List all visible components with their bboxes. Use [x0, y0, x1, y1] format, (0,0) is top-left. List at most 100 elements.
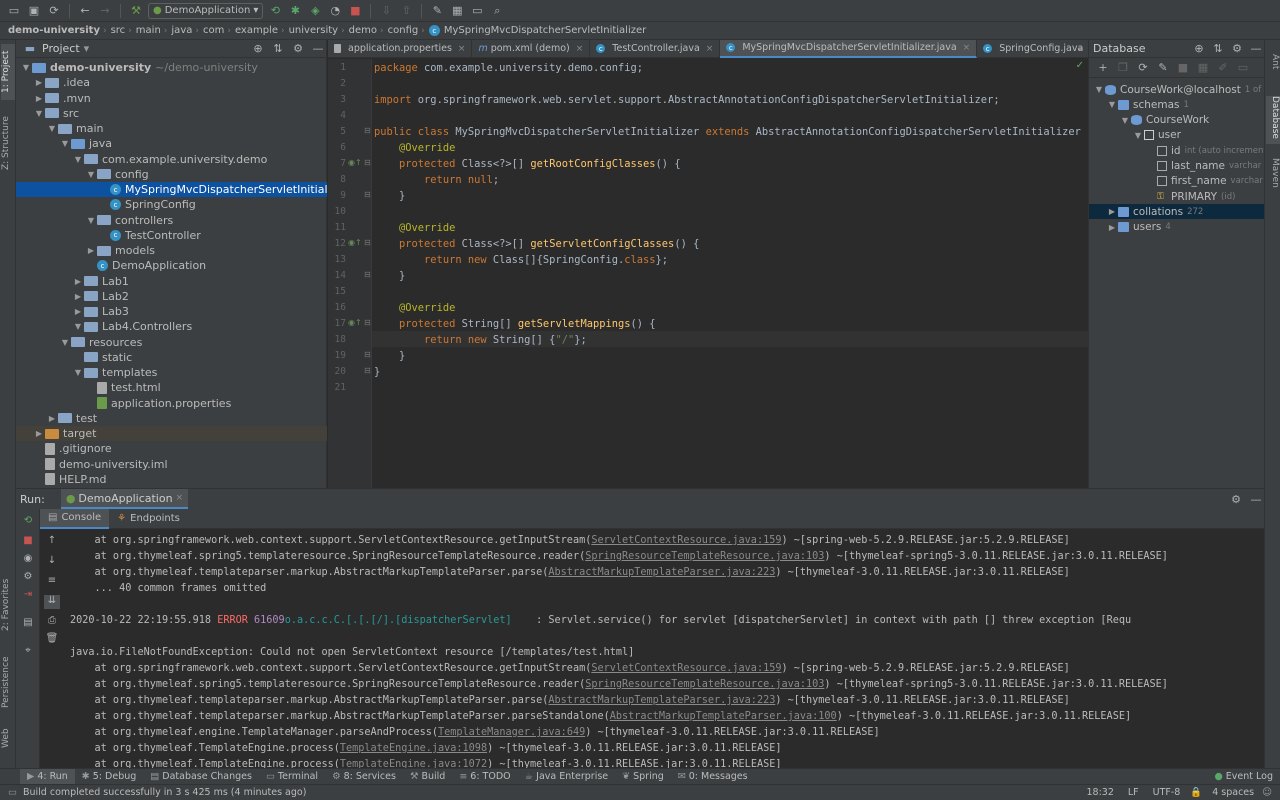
bottom-tab[interactable]: ▶ 4: Run	[20, 768, 75, 785]
tree-item[interactable]: ▼ com.example.university.demo	[16, 152, 327, 167]
build-hammer-icon[interactable]: ⚒	[128, 3, 144, 19]
hide-icon[interactable]: —	[1248, 491, 1264, 507]
chevron-right-icon[interactable]: ▶	[33, 94, 45, 103]
chevron-down-icon[interactable]: ▼	[72, 322, 84, 331]
vcs-commit-icon[interactable]: ⇧	[398, 3, 414, 19]
tree-item[interactable]: test.html	[16, 380, 327, 395]
coverage-icon[interactable]: ◈	[307, 3, 323, 19]
tree-item[interactable]: .gitignore	[16, 441, 327, 456]
code-area[interactable]: package com.example.university.demo.conf…	[328, 59, 1093, 488]
tab-endpoints[interactable]: ⚘ Endpoints	[109, 509, 188, 529]
db-tree-item[interactable]: ▼ CourseWork@localhost1 of 7	[1089, 82, 1265, 97]
close-icon[interactable]: ×	[458, 44, 466, 54]
lock-icon[interactable]: 🔒	[1190, 787, 1202, 798]
tree-item[interactable]: ▶ models	[16, 243, 327, 258]
close-icon[interactable]: ×	[576, 44, 584, 54]
db-tree-item[interactable]: last_name varchar	[1089, 159, 1265, 174]
db-tree-item[interactable]: ⚿ PRIMARY (id)	[1089, 189, 1265, 204]
bottom-tab[interactable]: ⚙ 8: Services	[325, 769, 403, 785]
source-link[interactable]: SpringResourceTemplateResource.java:103	[585, 679, 824, 690]
add-icon[interactable]: +	[1095, 60, 1111, 76]
bottom-tab[interactable]: ≡ 6: TODO	[452, 769, 517, 785]
hide-icon[interactable]: —	[1248, 41, 1264, 57]
tab-database[interactable]: Database	[1266, 96, 1280, 144]
tree-item[interactable]: ▶ .mvn	[16, 91, 327, 106]
chevron-down-icon[interactable]: ▼	[85, 170, 97, 179]
breadcrumb-item[interactable]: src	[111, 25, 126, 36]
run-config-tab[interactable]: ● DemoApplication ×	[60, 489, 189, 509]
chevron-right-icon[interactable]: ▶	[1106, 207, 1118, 216]
copy-icon[interactable]: ❐	[1115, 60, 1131, 76]
chevron-right-icon[interactable]: ▶	[33, 78, 45, 87]
sync-icon[interactable]: ⟳	[46, 3, 62, 19]
db-tree-item[interactable]: ▼ CourseWork	[1089, 113, 1265, 128]
tree-item[interactable]: ▼ templates	[16, 365, 327, 380]
bottom-tab[interactable]: ❦ Spring	[615, 769, 671, 785]
chevron-down-icon[interactable]: ▼	[72, 155, 84, 164]
breadcrumb-item[interactable]: java	[171, 25, 192, 36]
tab-web[interactable]: Web	[1, 724, 15, 752]
tree-item[interactable]: demo-university.iml	[16, 457, 327, 472]
caret-position[interactable]: 18:32	[1087, 787, 1114, 798]
tab-structure[interactable]: Z: Structure	[1, 112, 15, 174]
indent-setting[interactable]: 4 spaces	[1212, 787, 1254, 798]
db-tree-item[interactable]: id int (auto increment)	[1089, 143, 1265, 158]
hide-icon[interactable]: —	[310, 41, 326, 57]
console-icon[interactable]: ▭	[1235, 60, 1251, 76]
project-structure-icon[interactable]: ▦	[449, 3, 465, 19]
db-tree-item[interactable]: ▼ schemas 1	[1089, 97, 1265, 112]
breadcrumb-item[interactable]: MySpringMvcDispatcherServletInitializer	[444, 25, 646, 36]
db-tree-item[interactable]: first_name varchar	[1089, 174, 1265, 189]
tree-item[interactable]: ▼ demo-university ~/demo-university	[16, 60, 327, 75]
breadcrumb-item[interactable]: example	[235, 25, 278, 36]
profile-icon[interactable]: ◔	[327, 3, 343, 19]
close-icon[interactable]: ×	[963, 43, 971, 53]
locate-icon[interactable]: ⊕	[1191, 41, 1207, 57]
rerun-icon[interactable]: ⟲	[267, 3, 283, 19]
breadcrumb-item[interactable]: demo	[349, 25, 377, 36]
db-tree-item[interactable]: ▶ users 4	[1089, 220, 1265, 235]
breadcrumb-item[interactable]: main	[136, 25, 161, 36]
tree-item[interactable]: ▼ src	[16, 106, 327, 121]
gear-icon[interactable]: ⚙	[1229, 41, 1245, 57]
line-separator[interactable]: LF	[1128, 787, 1139, 798]
save-icon[interactable]: ▣	[26, 3, 42, 19]
tree-item[interactable]: application.properties	[16, 396, 327, 411]
breadcrumb-item[interactable]: demo-university	[8, 25, 100, 36]
chevron-right-icon[interactable]: ▶	[72, 277, 84, 286]
vcs-update-icon[interactable]: ⇩	[378, 3, 394, 19]
editor-tab[interactable]: c TestController.java ×	[590, 39, 721, 58]
tree-item[interactable]: ▼ Lab4.Controllers	[16, 319, 327, 334]
tab-ant[interactable]: Ant	[1266, 54, 1280, 78]
breadcrumb-item[interactable]: university	[289, 25, 338, 36]
tree-item[interactable]: ▶ Lab1	[16, 274, 327, 289]
stop-icon[interactable]: ■	[347, 3, 363, 19]
inspection-ok-icon[interactable]: ✓	[1076, 60, 1084, 71]
source-link[interactable]: AbstractMarkupTemplateParser.java:223	[548, 567, 775, 578]
source-link[interactable]: ServletContextResource.java:159	[591, 663, 781, 674]
run-config-select[interactable]: ● DemoApplication ▾	[148, 2, 264, 19]
properties-icon[interactable]: ✎	[1155, 60, 1171, 76]
bottom-tab[interactable]: ▤ Database Changes	[143, 769, 259, 785]
chevron-down-icon[interactable]: ▾	[84, 42, 90, 55]
tree-item[interactable]: c TestController	[16, 228, 327, 243]
tree-item[interactable]: ▶ .idea	[16, 75, 327, 90]
tree-item[interactable]: static	[16, 350, 327, 365]
file-encoding[interactable]: UTF-8	[1153, 787, 1181, 798]
db-tree-item[interactable]: ▶ collations 272	[1089, 204, 1265, 220]
search-icon[interactable]: ⌕	[489, 3, 505, 19]
chevron-down-icon[interactable]: ▼	[1132, 131, 1144, 140]
tree-item[interactable]: HELP.md	[16, 472, 327, 487]
source-link[interactable]: SpringResourceTemplateResource.java:103	[585, 551, 824, 562]
breadcrumb-item[interactable]: config	[388, 25, 419, 36]
tree-item[interactable]: ▶ Lab3	[16, 304, 327, 319]
tree-item[interactable]: ▶ Lab2	[16, 289, 327, 304]
project-panel-title[interactable]: Project	[42, 42, 80, 55]
status-message[interactable]: Build completed successfully in 3 s 425 …	[23, 787, 306, 798]
editor-tab[interactable]: m pom.xml (demo) ×	[472, 39, 591, 58]
bottom-tab[interactable]: ✉ 0: Messages	[671, 769, 755, 785]
chevron-right-icon[interactable]: ▶	[1106, 223, 1118, 232]
chevron-down-icon[interactable]: ▼	[33, 109, 45, 118]
refresh-icon[interactable]: ⟳	[1135, 60, 1151, 76]
tab-list-chevron-icon[interactable]: ⌄	[1076, 42, 1084, 53]
